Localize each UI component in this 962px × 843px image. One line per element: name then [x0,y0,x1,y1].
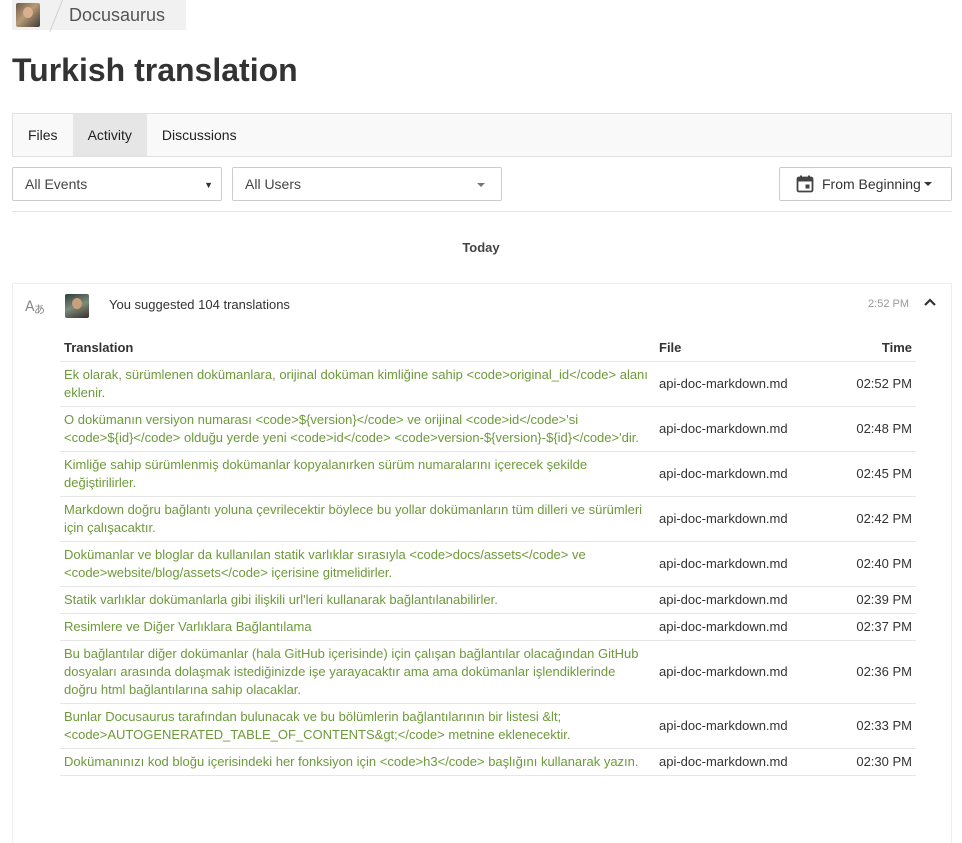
users-filter-value: All Users [245,176,302,192]
divider [12,211,952,212]
file-name: api-doc-markdown.md [655,703,835,749]
row-time: 02:48 PM [835,406,916,452]
translation-link[interactable]: Ek olarak, sürümlenen dokümanlara, oriji… [60,361,655,407]
row-time: 02:37 PM [835,613,916,641]
activity-summary: You suggested 104 translations [109,297,290,312]
translation-link[interactable]: Markdown doğru bağlantı yoluna çevrilece… [60,496,655,542]
translation-link[interactable]: Resimlere ve Diğer Varlıklara Bağlantıla… [60,613,655,641]
table-row: Bu bağlantılar diğer dokümanlar (hala Gi… [60,640,916,704]
column-header-translation: Translation [60,334,655,362]
table-header-row: Translation File Time [60,334,916,362]
file-name: api-doc-markdown.md [655,586,835,614]
table-row: Kimliğe sahip sürümlenmiş dokümanlar kop… [60,451,916,497]
translation-link[interactable]: Dokümanınızı kod bloğu içerisindeki her … [60,748,655,776]
breadcrumb: Docusaurus [12,0,186,32]
tab-activity[interactable]: Activity [72,114,147,156]
row-time: 02:52 PM [835,361,916,407]
day-heading: Today [462,240,500,255]
tab-bar: Files Activity Discussions [12,113,952,157]
events-filter-select[interactable]: All Events ▼ [12,167,222,201]
table-row: O dokümanın versiyon numarası <code>${ve… [60,406,916,452]
page-title: Turkish translation [12,52,298,88]
file-name: api-doc-markdown.md [655,451,835,497]
row-time: 02:39 PM [835,586,916,614]
tab-files[interactable]: Files [13,114,73,156]
user-avatar[interactable] [65,294,89,318]
row-time: 02:30 PM [835,748,916,776]
column-header-file: File [655,334,835,362]
activity-time: 2:52 PM [868,298,909,310]
row-time: 02:42 PM [835,496,916,542]
translation-link[interactable]: Bunlar Docusaurus tarafından bulunacak v… [60,703,655,749]
file-name: api-doc-markdown.md [655,496,835,542]
users-filter-select[interactable]: All Users [232,167,502,201]
breadcrumb-separator [49,0,64,32]
row-time: 02:40 PM [835,541,916,587]
date-range-button[interactable]: From Beginning [779,167,952,201]
row-time: 02:36 PM [835,640,916,704]
activity-card-header: A あ You suggested 104 translations 2:52 … [13,284,951,326]
translation-link[interactable]: Kimliğe sahip sürümlenmiş dokümanlar kop… [60,451,655,497]
events-filter-value: All Events [25,176,88,192]
translate-icon: A あ [25,299,45,315]
table-row: Statik varlıklar dokümanlarla gibi ilişk… [60,586,916,614]
calendar-icon [796,175,814,193]
file-name: api-doc-markdown.md [655,541,835,587]
file-name: api-doc-markdown.md [655,361,835,407]
translations-table: Translation File Time Ek olarak, sürümle… [60,334,916,776]
chevron-up-icon[interactable] [923,297,937,307]
row-time: 02:33 PM [835,703,916,749]
translation-link[interactable]: Bu bağlantılar diğer dokümanlar (hala Gi… [60,640,655,704]
table-row: Ek olarak, sürümlenen dokümanlara, oriji… [60,361,916,407]
tab-discussions[interactable]: Discussions [147,114,252,156]
svg-text:あ: あ [34,303,45,315]
file-name: api-doc-markdown.md [655,613,835,641]
file-name: api-doc-markdown.md [655,640,835,704]
breadcrumb-project-link[interactable]: Docusaurus [69,5,165,26]
project-avatar[interactable] [16,3,40,27]
table-row: Markdown doğru bağlantı yoluna çevrilece… [60,496,916,542]
file-name: api-doc-markdown.md [655,748,835,776]
dropdown-arrow-icon [477,183,485,187]
table-row: Dokümanlar ve bloglar da kullanılan stat… [60,541,916,587]
column-header-time: Time [835,334,916,362]
table-row: Dokümanınızı kod bloğu içerisindeki her … [60,748,916,776]
dropdown-arrow-icon: ▼ [204,180,213,190]
row-time: 02:45 PM [835,451,916,497]
file-name: api-doc-markdown.md [655,406,835,452]
table-row: Bunlar Docusaurus tarafından bulunacak v… [60,703,916,749]
translation-link[interactable]: Dokümanlar ve bloglar da kullanılan stat… [60,541,655,587]
date-range-label: From Beginning [822,176,921,192]
table-row: Resimlere ve Diğer Varlıklara Bağlantıla… [60,613,916,641]
translation-link[interactable]: O dokümanın versiyon numarası <code>${ve… [60,406,655,452]
activity-card: A あ You suggested 104 translations 2:52 … [12,283,952,843]
dropdown-arrow-icon [923,182,932,186]
translation-link[interactable]: Statik varlıklar dokümanlarla gibi ilişk… [60,586,655,614]
